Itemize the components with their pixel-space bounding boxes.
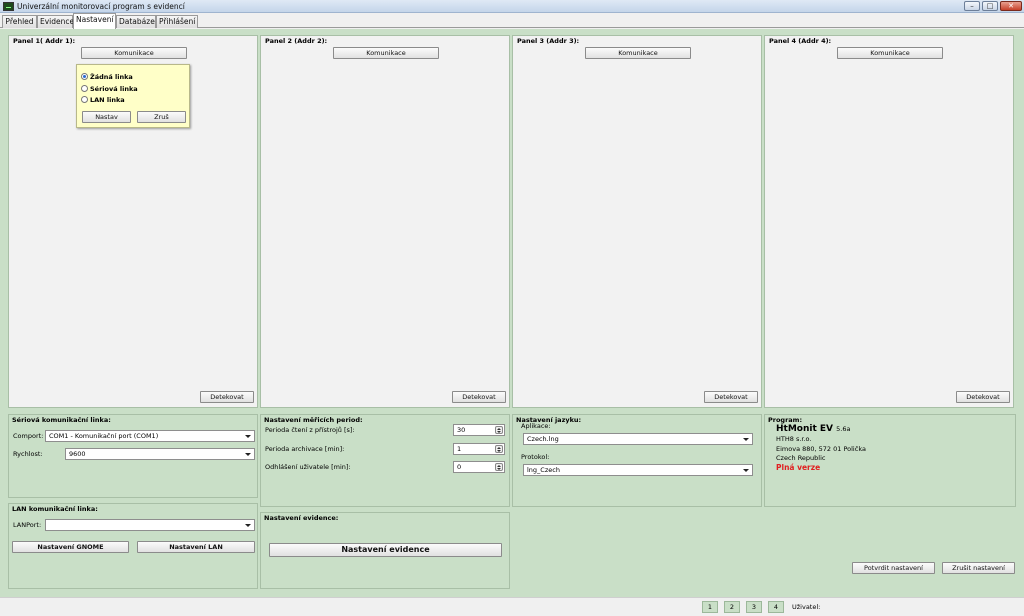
panel-title: Panel 4 (Addr 4): bbox=[769, 37, 832, 45]
section-title: Nastavení evidence: bbox=[264, 514, 339, 522]
spinner-arrows-icon[interactable] bbox=[495, 426, 503, 434]
section-title: LAN komunikační linka: bbox=[12, 505, 98, 513]
program-address: Eimova 880, 572 01 Polička bbox=[776, 445, 866, 453]
program-name-line: HtMonit EV 5.6a bbox=[776, 424, 850, 434]
periods-section: Nastavení měřicích period: Perioda čtení… bbox=[260, 414, 510, 507]
program-name: HtMonit EV bbox=[776, 424, 834, 434]
window-title: Univerzální monitorovací program s evide… bbox=[17, 2, 185, 11]
page-button-3[interactable]: 3 bbox=[746, 601, 762, 613]
lan-section: LAN komunikační linka: LANPort: Nastaven… bbox=[8, 503, 258, 589]
chevron-down-icon bbox=[245, 435, 251, 438]
detect-button[interactable]: Detekovat bbox=[704, 391, 758, 403]
protocol-language-select[interactable]: lng_Czech bbox=[523, 464, 753, 476]
speed-label: Rychlost: bbox=[13, 450, 43, 458]
radio-checked-icon bbox=[81, 73, 88, 80]
communication-button[interactable]: Komunikace bbox=[837, 47, 943, 59]
archive-period-value: 1 bbox=[457, 445, 462, 453]
radio-serial[interactable]: Sériová linka bbox=[81, 85, 138, 93]
protocol-language-label: Protokol: bbox=[521, 453, 550, 461]
archive-period-spinner[interactable]: 1 bbox=[453, 443, 505, 455]
chevron-down-icon bbox=[245, 453, 251, 456]
program-company: HTH8 s.r.o. bbox=[776, 435, 812, 443]
logout-spinner[interactable]: 0 bbox=[453, 461, 505, 473]
logout-value: 0 bbox=[457, 463, 462, 471]
lan-port-select[interactable] bbox=[45, 519, 255, 531]
maximize-button[interactable]: □ bbox=[982, 1, 998, 11]
speed-select[interactable]: 9600 bbox=[65, 448, 255, 460]
app-language-label: Aplikace: bbox=[521, 422, 551, 430]
section-title: Nastavení měřicích period: bbox=[264, 416, 363, 424]
radio-label: Sériová linka bbox=[90, 85, 138, 93]
program-version: 5.6a bbox=[836, 425, 851, 433]
chevron-down-icon bbox=[245, 524, 251, 527]
spinner-arrows-icon[interactable] bbox=[495, 445, 503, 453]
evidence-section: Nastavení evidence: Nastavení evidence bbox=[260, 512, 510, 589]
user-label: Uživatel: bbox=[792, 603, 821, 611]
set-button[interactable]: Nastav bbox=[82, 111, 131, 123]
radio-lan[interactable]: LAN linka bbox=[81, 96, 125, 104]
detect-button[interactable]: Detekovat bbox=[452, 391, 506, 403]
panel-title: Panel 1( Addr 1): bbox=[13, 37, 76, 45]
lan-port-label: LANPort: bbox=[13, 521, 42, 529]
communication-button[interactable]: Komunikace bbox=[585, 47, 691, 59]
radio-unchecked-icon bbox=[81, 96, 88, 103]
tab-databaze[interactable]: Databáze bbox=[116, 15, 156, 28]
app-language-select[interactable]: Czech.lng bbox=[523, 433, 753, 445]
read-period-value: 30 bbox=[457, 426, 466, 434]
evidence-settings-button[interactable]: Nastavení evidence bbox=[269, 543, 502, 557]
chevron-down-icon bbox=[743, 469, 749, 472]
minimize-button[interactable]: – bbox=[964, 1, 980, 11]
license-label: Plná verze bbox=[776, 463, 821, 472]
tab-prihlaseni[interactable]: Přihlášení bbox=[156, 15, 198, 28]
status-bar: 1 2 3 4 Uživatel: bbox=[0, 597, 1024, 616]
program-country: Czech Republic bbox=[776, 454, 826, 462]
panel-title: Panel 3 (Addr 3): bbox=[517, 37, 580, 45]
confirm-settings-button[interactable]: Potvrdit nastavení bbox=[852, 562, 935, 574]
program-section: Program: HtMonit EV 5.6a HTH8 s.r.o. Eim… bbox=[764, 414, 1016, 507]
spinner-arrows-icon[interactable] bbox=[495, 463, 503, 471]
speed-value: 9600 bbox=[69, 450, 86, 458]
panel-4: Panel 4 (Addr 4): Komunikace Detekovat bbox=[764, 35, 1014, 408]
tab-bar: Přehled Evidence Nastavení Databáze Přih… bbox=[0, 13, 1024, 29]
language-section: Nastavení jazyku: Aplikace: Czech.lng Pr… bbox=[512, 414, 762, 507]
section-title: Sériová komunikační linka: bbox=[12, 416, 111, 424]
comport-value: COM1 - Komunikační port (COM1) bbox=[49, 432, 159, 440]
panel-title: Panel 2 (Addr 2): bbox=[265, 37, 328, 45]
section-title: Program: bbox=[768, 416, 803, 424]
comport-select[interactable]: COM1 - Komunikační port (COM1) bbox=[45, 430, 255, 442]
page-button-1[interactable]: 1 bbox=[702, 601, 718, 613]
chevron-down-icon bbox=[743, 438, 749, 441]
radio-label: LAN linka bbox=[90, 96, 125, 104]
comport-label: Comport: bbox=[13, 432, 44, 440]
app-language-value: Czech.lng bbox=[527, 435, 559, 443]
logout-label: Odhlášení uživatele [min]: bbox=[265, 463, 351, 471]
communication-button[interactable]: Komunikace bbox=[333, 47, 439, 59]
panel-3: Panel 3 (Addr 3): Komunikace Detekovat bbox=[512, 35, 762, 408]
tab-evidence[interactable]: Evidence bbox=[37, 15, 74, 28]
read-period-spinner[interactable]: 30 bbox=[453, 424, 505, 436]
detect-button[interactable]: Detekovat bbox=[200, 391, 254, 403]
tab-prehled[interactable]: Přehled bbox=[2, 15, 37, 28]
radio-unchecked-icon bbox=[81, 85, 88, 92]
communication-popup: Žádná linka Sériová linka LAN linka Nast… bbox=[76, 64, 190, 128]
cancel-button[interactable]: Zruš bbox=[137, 111, 186, 123]
protocol-language-value: lng_Czech bbox=[527, 466, 560, 474]
radio-label: Žádná linka bbox=[90, 73, 133, 81]
close-button[interactable]: ✕ bbox=[1000, 1, 1022, 11]
radio-none[interactable]: Žádná linka bbox=[81, 73, 133, 81]
gnome-settings-button[interactable]: Nastavení GNOME bbox=[12, 541, 129, 553]
read-period-label: Perioda čtení z přístrojů [s]: bbox=[265, 426, 355, 434]
cancel-settings-button[interactable]: Zrušit nastavení bbox=[942, 562, 1015, 574]
tab-nastaveni[interactable]: Nastavení bbox=[73, 13, 116, 29]
communication-button[interactable]: Komunikace bbox=[81, 47, 187, 59]
window-titlebar: Univerzální monitorovací program s evide… bbox=[0, 0, 1024, 13]
archive-period-label: Perioda archivace [min]: bbox=[265, 445, 345, 453]
page-button-4[interactable]: 4 bbox=[768, 601, 784, 613]
detect-button[interactable]: Detekovat bbox=[956, 391, 1010, 403]
lan-settings-button[interactable]: Nastavení LAN bbox=[137, 541, 255, 553]
serial-section: Sériová komunikační linka: Comport: COM1… bbox=[8, 414, 258, 498]
panel-2: Panel 2 (Addr 2): Komunikace Detekovat bbox=[260, 35, 510, 408]
page-button-2[interactable]: 2 bbox=[724, 601, 740, 613]
app-icon bbox=[3, 2, 14, 11]
